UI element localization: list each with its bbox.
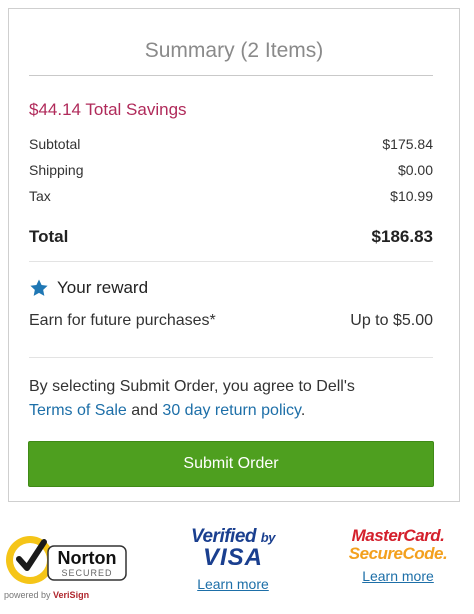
reward-earn-row: Earn for future purchases* Up to $5.00: [29, 312, 433, 330]
mastercard-line2: SecureCode.: [348, 544, 448, 563]
divider: [29, 75, 433, 76]
reward-earn-label: Earn for future purchases*: [29, 312, 216, 329]
mastercard-line1: MasterCard.: [351, 526, 445, 545]
norton-secured: SECURED: [61, 568, 112, 578]
visa-logo: VISA: [202, 544, 263, 571]
terms-of-sale-link[interactable]: Terms of Sale: [29, 402, 127, 419]
verisign-brand: VeriSign: [53, 590, 90, 600]
subtotal-row: Subtotal $175.84: [29, 136, 433, 152]
total-label: Total: [29, 227, 69, 246]
mastercard-learn-more-link[interactable]: Learn more: [338, 568, 458, 584]
total-value: $186.83: [371, 227, 433, 246]
shipping-label: Shipping: [29, 162, 84, 178]
subtotal-value: $175.84: [382, 136, 433, 152]
agreement-and: and: [131, 402, 158, 419]
powered-by-text: powered by VeriSign: [4, 590, 89, 600]
agreement-suffix: .: [300, 402, 306, 419]
order-summary-card: Summary (2 Items) $44.14 Total Savings S…: [8, 8, 460, 502]
subtotal-label: Subtotal: [29, 136, 81, 152]
visa-learn-more-link[interactable]: Learn more: [178, 576, 288, 592]
total-row: Total $186.83: [29, 227, 433, 247]
visa-by: by: [260, 530, 276, 545]
reward-heading: Your reward: [29, 278, 148, 298]
agreement-text: By selecting Submit Order, you agree to …: [29, 375, 433, 423]
summary-title: Summary (2 Items): [144, 39, 324, 62]
total-savings: $44.14 Total Savings: [29, 100, 187, 119]
mastercard-securecode-badge: MasterCard. SecureCode. Learn more: [338, 526, 458, 584]
verified-by-visa-badge: Verified by VISA Learn more: [178, 526, 288, 592]
tax-row: Tax $10.99: [29, 188, 433, 204]
reward-title: Your reward: [57, 278, 149, 297]
star-icon: [30, 279, 48, 296]
divider: [29, 357, 433, 358]
return-policy-link[interactable]: 30 day return policy: [162, 402, 300, 419]
trust-badges: Norton SECURED powered by VeriSign Verif…: [0, 514, 474, 614]
submit-order-button[interactable]: Submit Order: [28, 441, 434, 487]
norton-name: Norton: [58, 548, 117, 568]
tax-label: Tax: [29, 188, 51, 204]
reward-earn-value: Up to $5.00: [350, 312, 433, 329]
shipping-value: $0.00: [397, 162, 433, 178]
divider: [29, 261, 433, 262]
powered-prefix: powered by: [4, 590, 51, 600]
agreement-prefix: By selecting Submit Order, you agree to …: [29, 378, 355, 395]
tax-value: $10.99: [390, 188, 433, 204]
norton-logo: Norton SECURED: [6, 536, 127, 584]
norton-secured-badge[interactable]: Norton SECURED powered by VeriSign: [4, 526, 128, 614]
shipping-row: Shipping $0.00: [29, 162, 433, 178]
